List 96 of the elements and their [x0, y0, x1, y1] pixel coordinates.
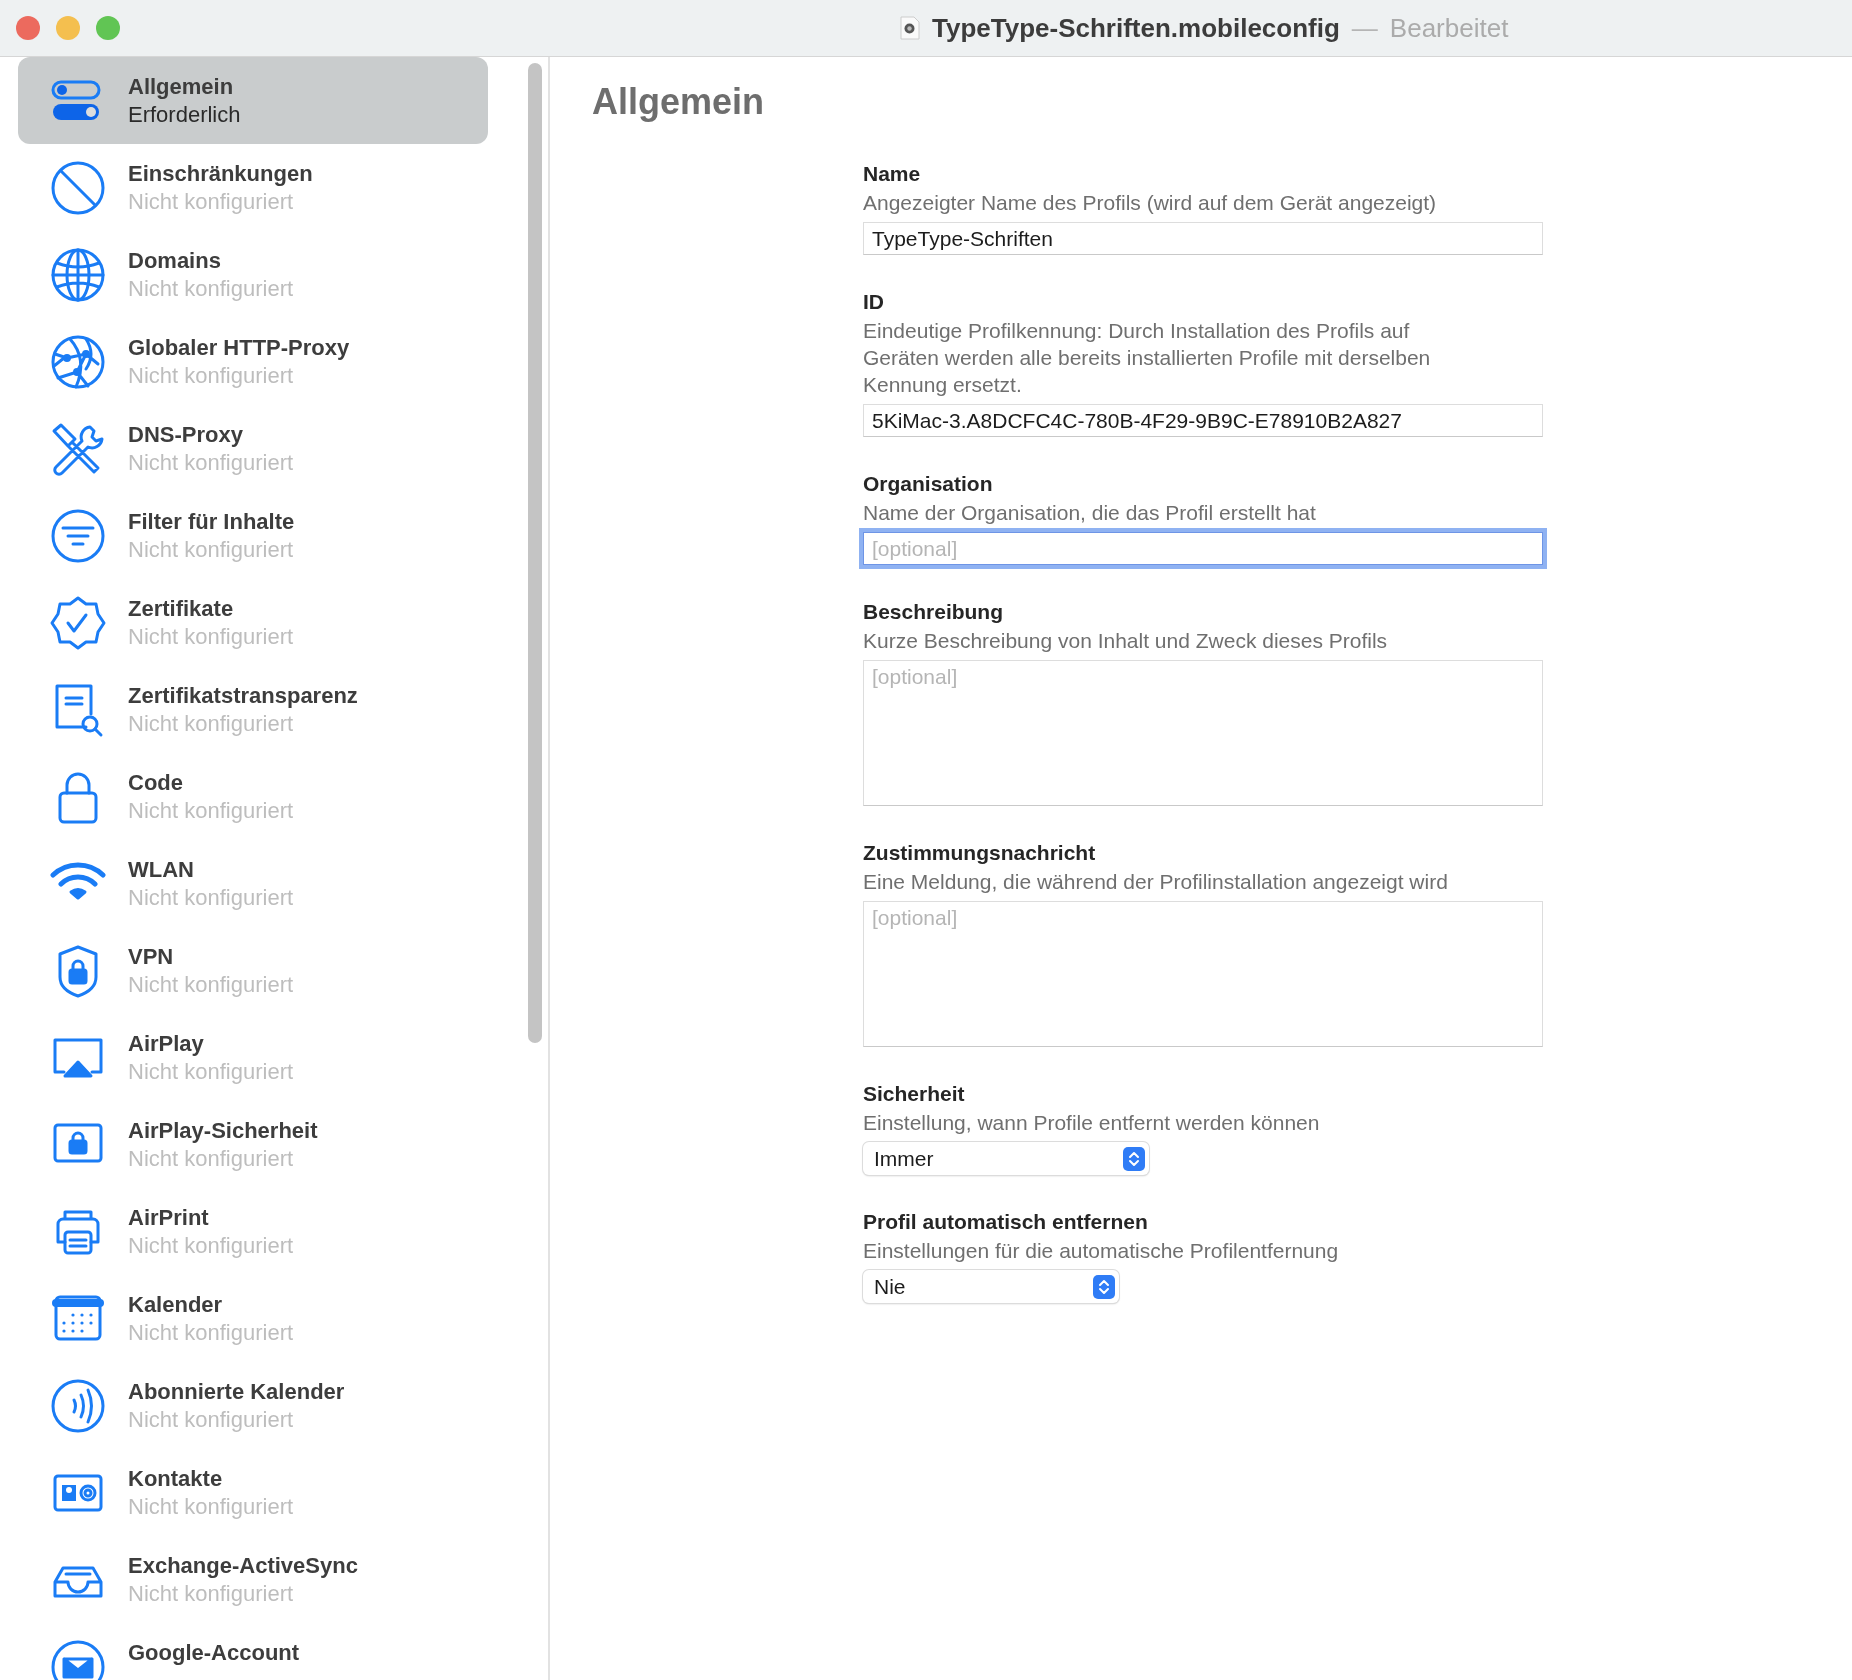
item-title: VPN — [128, 943, 175, 971]
field-label: Organisation — [863, 471, 993, 497]
zoom-button[interactable] — [96, 16, 120, 40]
text-field[interactable]: 5KiMac-3.A8DCFC4C-780B-4F29-9B9C-E78910B2A827 — [863, 404, 1543, 437]
sidebar-item[interactable]: Abonnierte Kalender Nicht konfiguriert — [18, 1362, 488, 1449]
item-title: Exchange-ActiveSync — [128, 1552, 358, 1580]
item-title: AirPlay — [128, 1030, 205, 1058]
item-status: Nicht konfiguriert — [128, 710, 295, 738]
text-field[interactable]: [optional] — [863, 532, 1543, 565]
field-description: Eindeutige Profilkennung: Durch Installation des Profils auf Geräten werden alle bereits installierten Profile mit derselben Kennung ersetzt. — [863, 318, 1432, 398]
item-title: AirPrint — [128, 1204, 210, 1232]
sidebar-item[interactable]: Code Nicht konfiguriert — [18, 753, 488, 840]
document-icon — [900, 16, 920, 40]
sidebar-item[interactable]: VPN Nicht konfiguriert — [18, 927, 488, 1014]
field-label: Sicherheit — [863, 1081, 965, 1107]
globe-icon — [50, 247, 106, 303]
sidebar-item[interactable]: WLAN Nicht konfiguriert — [18, 840, 488, 927]
item-status: Nicht konfiguriert — [128, 449, 294, 477]
item-status: Nicht konfiguriert — [128, 1319, 294, 1347]
certificate-seal-icon — [50, 595, 106, 651]
item-status: Nicht konfiguriert — [128, 362, 295, 390]
item-title: Einschränkungen — [128, 160, 313, 188]
sidebar-item[interactable]: AirPlay-Sicherheit Nicht konfiguriert — [18, 1101, 488, 1188]
sidebar-item[interactable]: AirPlay Nicht konfiguriert — [18, 1014, 488, 1101]
text-field[interactable]: TypeType-Schriften — [863, 222, 1543, 255]
sidebar-item[interactable]: DNS-Proxy Nicht konfiguriert — [18, 405, 488, 492]
item-status: Nicht konfiguriert — [128, 1580, 295, 1608]
stepper-icon — [1123, 1146, 1145, 1171]
tools-icon — [50, 421, 106, 477]
sidebar-item[interactable]: Globaler HTTP-Proxy Nicht konfiguriert — [18, 318, 488, 405]
sidebar-item[interactable]: Allgemein Erforderlich — [18, 57, 488, 144]
item-status: Nicht konfiguriert — [128, 275, 294, 303]
item-title: Code — [128, 769, 184, 797]
sidebar-item[interactable]: Einschränkungen Nicht konfiguriert — [18, 144, 488, 231]
sidebar-item[interactable]: Exchange-ActiveSync Nicht konfiguriert — [18, 1536, 488, 1623]
sidebar-item[interactable]: Zertifikatstransparenz Nicht konfiguriert — [18, 666, 488, 753]
minimize-button[interactable] — [56, 16, 80, 40]
edited-status: Bearbeitet — [1389, 12, 1509, 44]
item-status: Nicht konfiguriert — [128, 623, 294, 651]
item-status: Nicht konfiguriert — [128, 536, 295, 564]
field-description: Kurze Beschreibung von Inhalt und Zweck dieses Profils — [863, 628, 1388, 654]
popup-select[interactable]: Immer — [863, 1142, 1149, 1175]
item-status: Nicht konfiguriert — [128, 1145, 295, 1173]
field-description: Einstellung, wann Profile entfernt werden können — [863, 1110, 1320, 1136]
item-title: WLAN — [128, 856, 195, 884]
item-title: AirPlay-Sicherheit — [128, 1117, 318, 1145]
item-title: Filter für Inhalte — [128, 508, 295, 536]
mail-icon — [50, 1639, 106, 1680]
field-label: Profil automatisch entfernen — [863, 1209, 1148, 1235]
field-label: Beschreibung — [863, 599, 1004, 625]
item-title: Kalender — [128, 1291, 224, 1319]
field-label: Zustimmungsnachricht — [863, 840, 1096, 866]
page-heading: Allgemein — [592, 81, 766, 123]
text-area[interactable]: [optional] — [863, 660, 1543, 806]
item-status: Erforderlich — [128, 101, 241, 129]
item-title: Zertifikate — [128, 595, 235, 623]
sidebar-item[interactable]: Kontakte Nicht konfiguriert — [18, 1449, 488, 1536]
window-title: TypeType-Schriften.mobileconfig — [932, 12, 1340, 44]
stepper-icon — [1093, 1274, 1115, 1299]
field-label: ID — [863, 289, 884, 315]
item-title: Kontakte — [128, 1465, 224, 1493]
item-title: DNS-Proxy — [128, 421, 244, 449]
field-description: Angezeigter Name des Profils (wird auf dem Gerät angezeigt) — [863, 190, 1437, 216]
item-title: Abonnierte Kalender — [128, 1378, 345, 1406]
field-description: Einstellungen für die automatische Profilentfernung — [863, 1238, 1339, 1264]
filter-icon — [50, 508, 106, 564]
item-status: Nicht konfiguriert — [128, 884, 294, 912]
sidebar-item[interactable]: Zertifikate Nicht konfiguriert — [18, 579, 488, 666]
close-button[interactable] — [16, 16, 40, 40]
item-title: Allgemein — [128, 73, 235, 101]
title-separator: — — [1351, 12, 1378, 44]
item-status: Nicht konfiguriert — [128, 971, 294, 999]
sidebar-item[interactable]: AirPrint Nicht konfiguriert — [18, 1188, 488, 1275]
item-title: Globaler HTTP-Proxy — [128, 334, 350, 362]
item-title: Zertifikatstransparenz — [128, 682, 358, 710]
item-status: Nicht konfiguriert — [128, 188, 295, 216]
sidebar-item[interactable]: Domains Nicht konfiguriert — [18, 231, 488, 318]
item-title: Domains — [128, 247, 222, 275]
scrollbar-thumb[interactable] — [528, 63, 542, 1043]
prohibited-icon — [50, 160, 106, 216]
item-status: Nicht konfiguriert — [128, 1406, 295, 1434]
field-description: Eine Meldung, die während der Profilinstallation angezeigt wird — [863, 869, 1448, 895]
item-status: Nicht konfiguriert — [128, 1232, 294, 1260]
sidebar-item[interactable]: Kalender Nicht konfiguriert — [18, 1275, 488, 1362]
field-label: Name — [863, 161, 921, 187]
text-area[interactable]: [optional] — [863, 901, 1543, 1047]
item-title: Google-Account — [128, 1639, 300, 1667]
item-status: Nicht konfiguriert — [128, 1058, 294, 1086]
field-description: Name der Organisation, die das Profil erstellt hat — [863, 500, 1316, 526]
item-status: Nicht konfiguriert — [128, 797, 294, 825]
broadcast-icon — [50, 1378, 106, 1434]
item-status: Nicht konfiguriert — [128, 1493, 294, 1521]
sidebar-item[interactable]: Filter für Inhalte Nicht konfiguriert — [18, 492, 488, 579]
sidebar-item[interactable]: Google-Account — [18, 1623, 488, 1680]
network-globe-icon — [50, 334, 106, 390]
popup-select[interactable]: Nie — [863, 1270, 1119, 1303]
